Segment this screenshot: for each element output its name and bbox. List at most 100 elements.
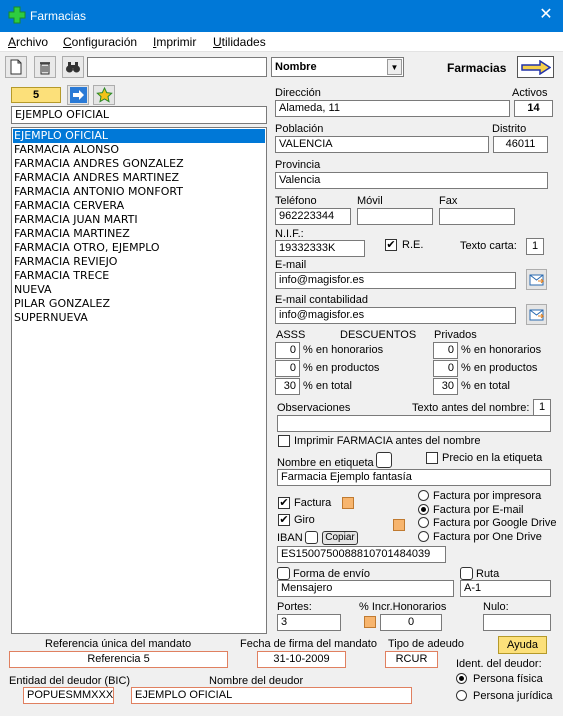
priv-total-field[interactable]: 30 xyxy=(433,378,458,395)
forma-envio-field[interactable]: Mensajero xyxy=(277,580,454,597)
menu-utilidades[interactable]: Utilidades xyxy=(213,35,266,49)
giro-checkbox[interactable]: ✔ xyxy=(278,514,290,526)
go-button[interactable] xyxy=(517,56,554,78)
list-item[interactable]: FARMACIA OTRO, EJEMPLO xyxy=(14,241,160,255)
referencia-field[interactable]: Referencia 5 xyxy=(9,651,228,668)
email-contabilidad-field[interactable]: info@magisfor.es xyxy=(275,307,516,324)
factura-color-swatch[interactable] xyxy=(342,497,354,509)
distrito-field[interactable]: 46011 xyxy=(493,136,548,153)
new-button[interactable] xyxy=(5,56,27,78)
factura-onedrive-radio[interactable] xyxy=(418,531,429,542)
list-item[interactable]: FARMACIA ANDRES GONZALEZ xyxy=(14,157,184,171)
menu-imprimir[interactable]: Imprimir xyxy=(153,35,196,49)
ident-deudor-label: Ident. del deudor: xyxy=(456,658,542,670)
nombre-etiqueta-field[interactable]: Farmacia Ejemplo fantasía xyxy=(277,469,551,486)
priv-productos-field[interactable]: 0 xyxy=(433,360,458,377)
fecha-firma-field[interactable]: 31-10-2009 xyxy=(257,651,346,668)
bic-field[interactable]: POPUESMMXXX xyxy=(23,687,114,704)
search-button[interactable] xyxy=(62,56,84,78)
direccion-field[interactable]: Alameda, 11 xyxy=(275,100,510,117)
close-icon[interactable]: ✕ xyxy=(536,5,556,25)
current-name-field[interactable]: EJEMPLO OFICIAL xyxy=(11,106,267,124)
ruta-field[interactable]: A-1 xyxy=(460,580,551,597)
incr-honorarios-label: % Incr.Honorarios xyxy=(359,601,447,613)
persona-juridica-radio[interactable] xyxy=(456,690,467,701)
re-checkbox[interactable]: ✔ xyxy=(385,239,397,251)
activos-field[interactable]: 14 xyxy=(514,100,553,117)
menu-archivo[interactable]: Archivo xyxy=(8,35,48,49)
list-item[interactable]: FARMACIA ANTONIO MONFORT xyxy=(14,185,183,199)
menu-configuracion[interactable]: Configuración xyxy=(63,35,137,49)
nombre-deudor-field[interactable]: EJEMPLO OFICIAL xyxy=(131,687,412,704)
copiar-button[interactable]: Copiar xyxy=(322,531,358,545)
search-input[interactable] xyxy=(87,57,267,77)
pharmacy-list[interactable]: EJEMPLO OFICIAL FARMACIA ALONSO FARMACIA A… xyxy=(11,127,267,634)
forma-envio-toggle[interactable] xyxy=(277,567,290,580)
send-email-button[interactable] xyxy=(526,269,547,290)
tipo-adeudo-field[interactable]: RCUR xyxy=(385,651,438,668)
telefono-label: Teléfono xyxy=(275,195,317,207)
fax-field[interactable] xyxy=(439,208,515,225)
asss-honorarios-field[interactable]: 0 xyxy=(275,342,300,359)
list-item[interactable]: SUPERNUEVA xyxy=(14,311,88,325)
list-item[interactable]: FARMACIA MARTINEZ xyxy=(14,227,130,241)
list-item[interactable]: FARMACIA JUAN MARTI xyxy=(14,213,138,227)
trash-icon xyxy=(40,62,50,75)
precio-etiqueta-checkbox[interactable] xyxy=(426,452,438,464)
nulo-field[interactable] xyxy=(483,614,551,631)
send-email-cont-button[interactable] xyxy=(526,304,547,325)
iban-field[interactable]: ES1500750088810701484039 xyxy=(277,546,446,563)
forma-envio-label: Forma de envío xyxy=(293,568,371,580)
priv-productos-label: % en productos xyxy=(461,362,538,374)
factura-email-radio[interactable] xyxy=(418,504,429,515)
ruta-toggle[interactable] xyxy=(460,567,473,580)
poblacion-field[interactable]: VALENCIA xyxy=(275,136,489,153)
re-label: R.E. xyxy=(402,239,424,251)
delete-button[interactable] xyxy=(34,56,56,78)
movil-label: Móvil xyxy=(357,195,383,207)
persona-fisica-label: Persona física xyxy=(473,673,543,685)
telefono-field[interactable]: 962223344 xyxy=(275,208,351,225)
list-item[interactable]: FARMACIA CERVERA xyxy=(14,199,124,213)
nif-field[interactable]: 19332333K xyxy=(275,240,365,257)
list-item[interactable]: FARMACIA REVIEJO xyxy=(14,255,117,269)
fax-label: Fax xyxy=(439,195,458,207)
title-bar: Farmacias ✕ xyxy=(0,0,563,32)
chevron-down-icon[interactable]: ▼ xyxy=(387,59,402,75)
giro-color-swatch[interactable] xyxy=(393,519,405,531)
movil-field[interactable] xyxy=(357,208,433,225)
imprimir-farmacia-label: Imprimir FARMACIA antes del nombre xyxy=(294,435,481,447)
incr-honorarios-field[interactable]: 0 xyxy=(380,614,442,631)
asss-productos-field[interactable]: 0 xyxy=(275,360,300,377)
factura-onedrive-label: Factura por One Drive xyxy=(433,531,542,543)
iban-toggle[interactable] xyxy=(305,531,318,544)
list-item[interactable]: FARMACIA TRECE xyxy=(14,269,109,283)
portes-field[interactable]: 3 xyxy=(277,614,341,631)
priv-honorarios-field[interactable]: 0 xyxy=(433,342,458,359)
list-item[interactable]: EJEMPLO OFICIAL xyxy=(13,129,265,143)
favorite-button[interactable] xyxy=(93,85,115,105)
factura-checkbox[interactable]: ✔ xyxy=(278,497,290,509)
giro-label: Giro xyxy=(294,514,315,526)
factura-google-radio[interactable] xyxy=(418,517,429,528)
texto-antes-field[interactable]: 1 xyxy=(533,399,551,416)
nombre-etiqueta-color-button[interactable] xyxy=(376,452,392,468)
list-item[interactable]: NUEVA xyxy=(14,283,52,297)
next-button[interactable] xyxy=(67,85,89,105)
list-item[interactable]: FARMACIA ALONSO xyxy=(14,143,119,157)
imprimir-farmacia-checkbox[interactable] xyxy=(278,435,290,447)
ayuda-button[interactable]: Ayuda xyxy=(498,636,547,654)
texto-carta-field[interactable]: 1 xyxy=(526,238,544,255)
email-field[interactable]: info@magisfor.es xyxy=(275,272,516,289)
incr-color-swatch[interactable] xyxy=(364,616,376,628)
asss-total-field[interactable]: 30 xyxy=(275,378,300,395)
factura-impresora-radio[interactable] xyxy=(418,490,429,501)
sort-select[interactable]: Nombre ▼ xyxy=(271,57,404,77)
provincia-field[interactable]: Valencia xyxy=(275,172,548,189)
factura-impresora-label: Factura por impresora xyxy=(433,490,542,502)
observaciones-field[interactable] xyxy=(277,415,551,432)
persona-fisica-radio[interactable] xyxy=(456,673,467,684)
factura-google-label: Factura por Google Drive xyxy=(433,517,557,529)
list-item[interactable]: FARMACIA ANDRES MARTINEZ xyxy=(14,171,179,185)
list-item[interactable]: PILAR GONZALEZ xyxy=(14,297,110,311)
